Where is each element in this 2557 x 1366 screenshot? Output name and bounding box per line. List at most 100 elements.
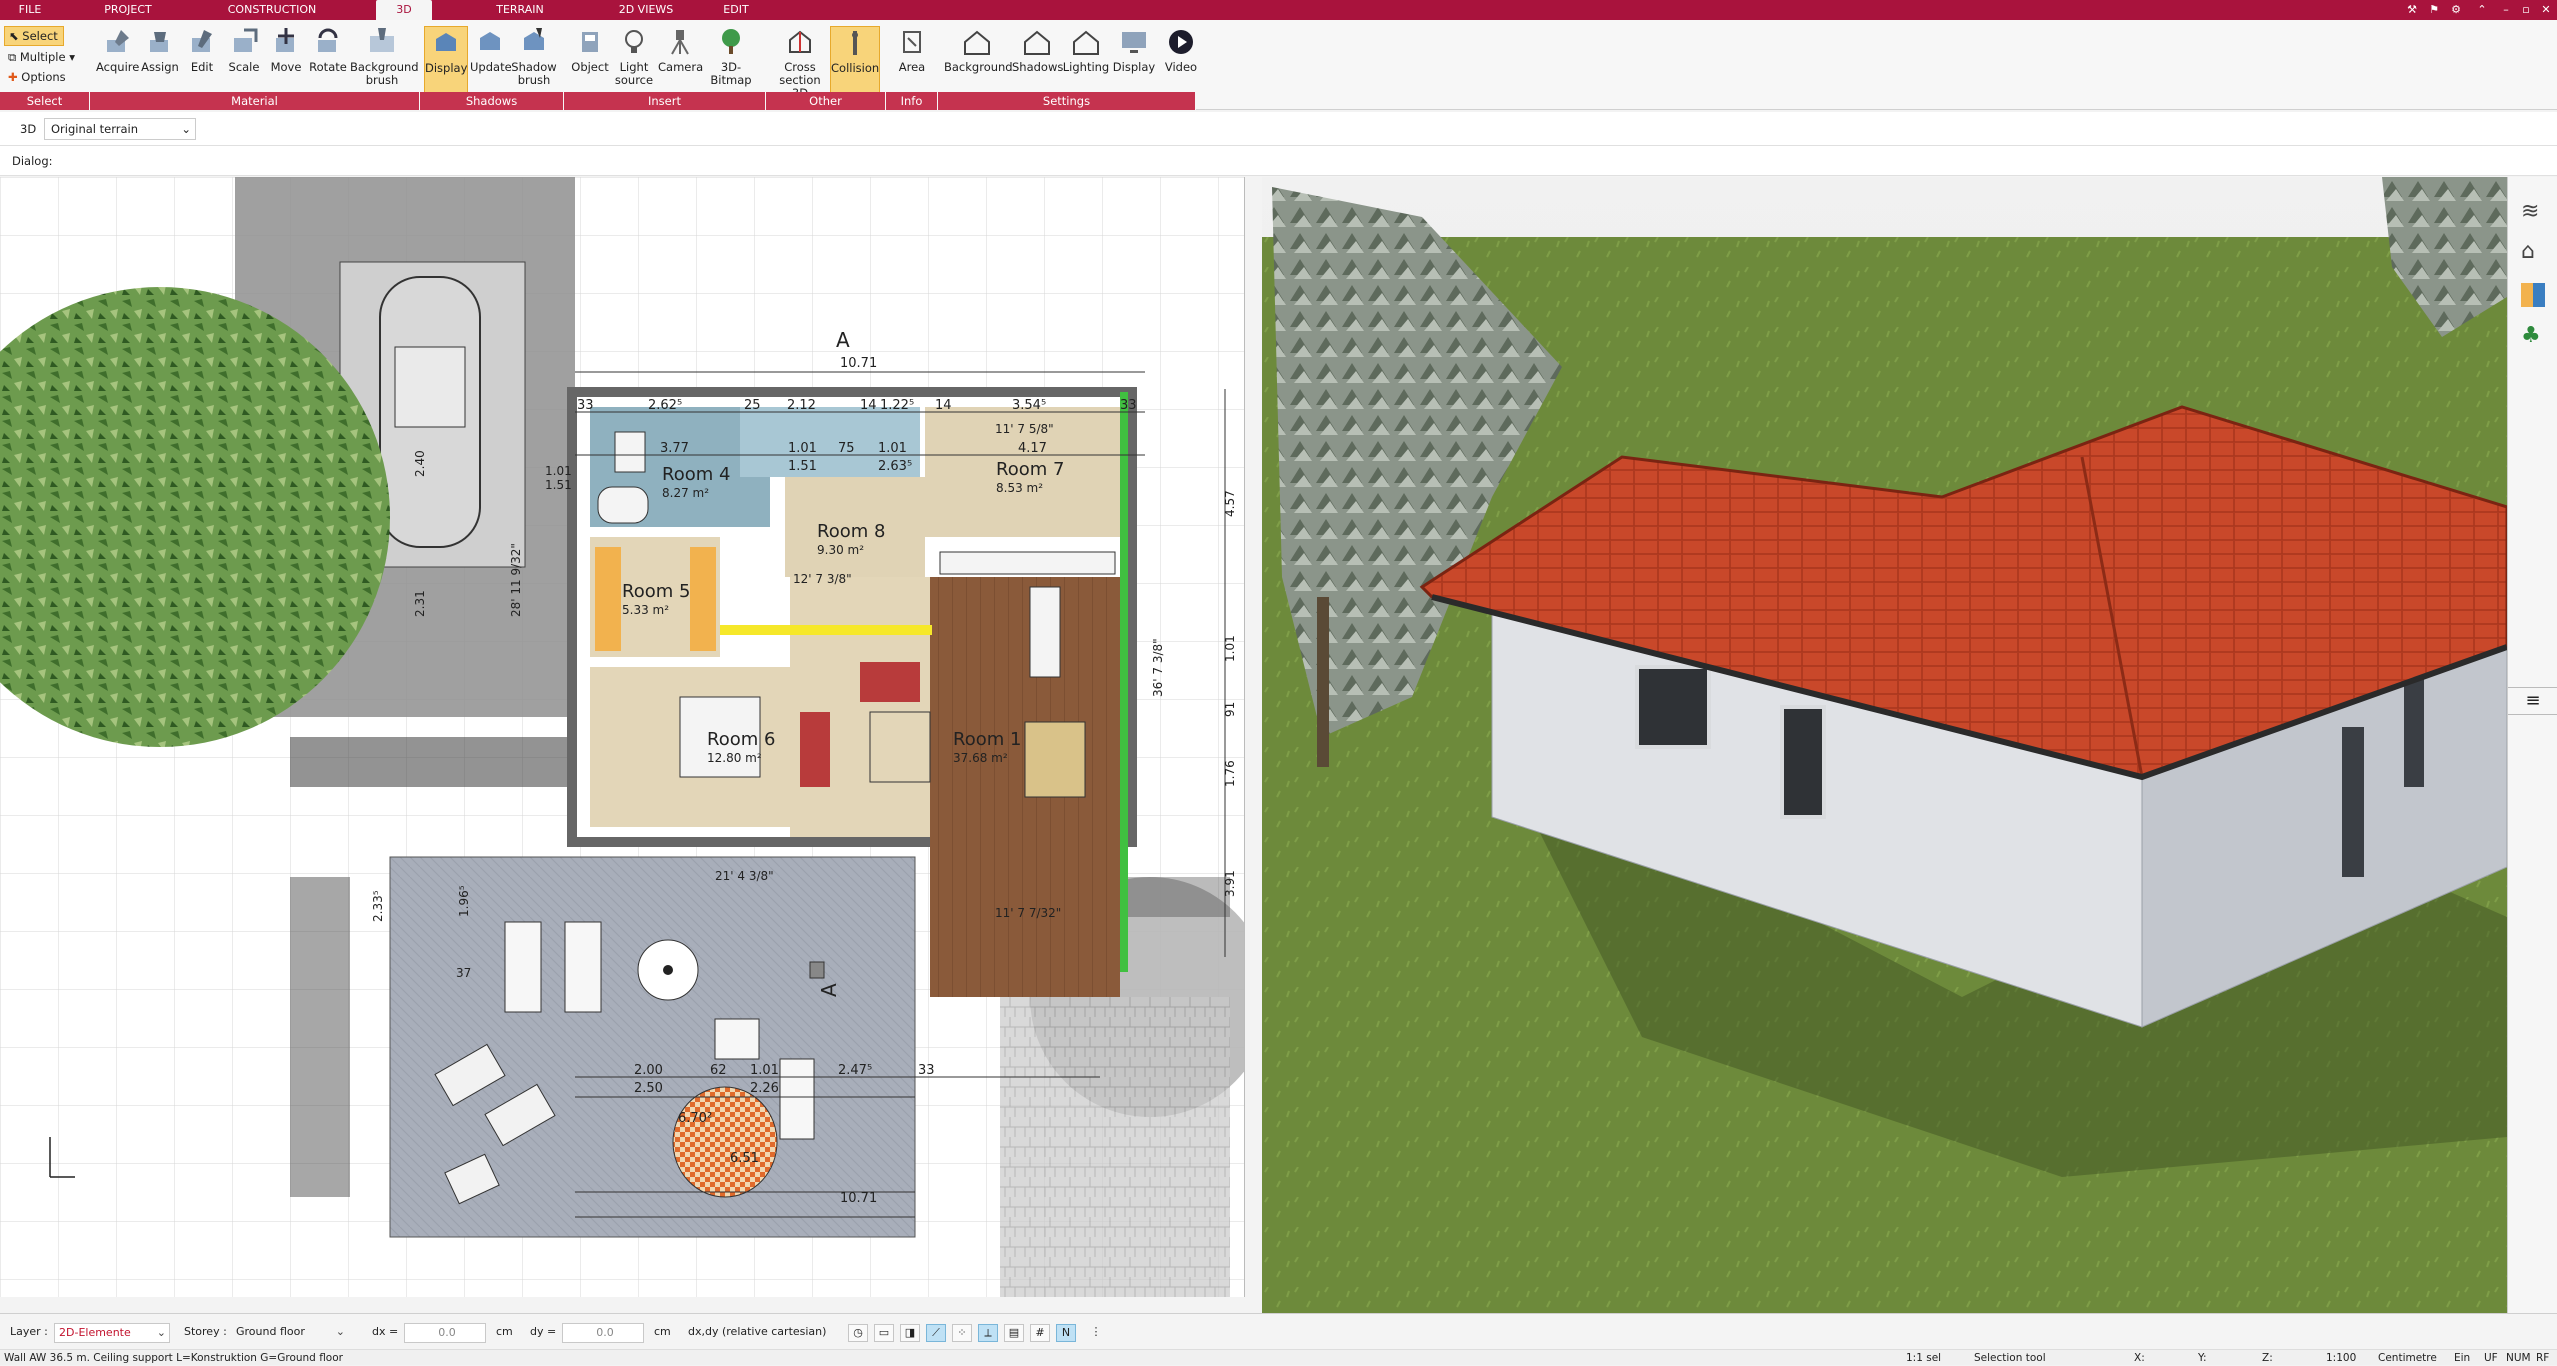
display-settings-button[interactable]: Display (1110, 26, 1158, 98)
ortho-icon[interactable]: ⟂ (978, 1324, 998, 1342)
menu-tab-project[interactable]: PROJECT (96, 0, 160, 20)
background-settings-label: Background (944, 60, 1013, 74)
footer-scale: 1:100 (2326, 1352, 2357, 1364)
dim-top-total: 10.71 (840, 356, 877, 371)
dx-input[interactable]: 0.0 (404, 1323, 486, 1343)
collision-button[interactable]: Collision (830, 26, 880, 98)
3d-bitmap-label: 3D-Bitmap (710, 60, 752, 87)
dx-value: 0.0 (438, 1326, 456, 1339)
cross-section-3d-button[interactable]: Cross section 3D (774, 26, 826, 100)
3d-bitmap-button[interactable]: 3D-Bitmap (702, 26, 760, 98)
car-symbol (379, 276, 481, 548)
dim-right-2: 1.01 (1223, 635, 1237, 662)
menu-tab-edit[interactable]: EDIT (716, 0, 756, 20)
floor-plan-view[interactable]: 10.71 33 2.62⁵ 25 2.12 14 1.22⁵ 14 3.54⁵… (0, 177, 1245, 1297)
select-button[interactable]: ⬉ Select (4, 26, 64, 46)
minimize-icon[interactable]: – (2498, 2, 2514, 18)
options-button[interactable]: ✚ Options (8, 70, 66, 84)
dim-imperial-room7: 11' 7 5/8" (995, 422, 1054, 436)
floor-plan-canvas[interactable]: 10.71 33 2.62⁵ 25 2.12 14 1.22⁵ 14 3.54⁵… (0, 177, 1245, 1297)
move-button[interactable]: Move (266, 26, 306, 98)
dim-left-3: 2.40 (413, 450, 427, 477)
quick-access-icon[interactable]: ⚑ (2426, 2, 2442, 18)
dim-right-1: 4.57 (1223, 490, 1237, 517)
layers-icon[interactable]: ≋ (2521, 199, 2539, 224)
edit-material-button[interactable]: Edit (184, 26, 220, 98)
north-icon[interactable]: N (1056, 1324, 1076, 1342)
shadow-brush-button[interactable]: Shadow brush (510, 26, 558, 98)
light-source-button[interactable]: Light source (612, 26, 656, 98)
menu-tab-terrain[interactable]: TERRAIN (490, 0, 550, 20)
more-options-icon[interactable]: ⋮ (1086, 1324, 1106, 1342)
grid-icon[interactable]: # (1030, 1324, 1050, 1342)
menu-tab-2d-views[interactable]: 2D VIEWS (608, 0, 684, 20)
menu-tab-3d[interactable]: 3D (376, 0, 432, 20)
background-settings-button[interactable]: Background (944, 26, 1013, 98)
cross-section-icon (789, 30, 811, 53)
layers-small-icon[interactable]: ◨ (900, 1324, 920, 1342)
layer-label: Layer : (10, 1325, 48, 1338)
room-1-area[interactable] (930, 577, 1120, 837)
help-icon[interactable]: ⚙ (2448, 2, 2464, 18)
eyedropper-icon (107, 30, 129, 52)
close-icon[interactable]: ✕ (2538, 2, 2554, 18)
shadow-update-button[interactable]: Update (470, 26, 512, 98)
dim-terrace-4: 2.47⁵ (838, 1063, 872, 1078)
footer-rf: RF (2536, 1352, 2550, 1364)
3d-view[interactable] (1262, 177, 2507, 1313)
tools-icon[interactable]: ⚒ (2404, 2, 2420, 18)
dim-row2-2: 1.01 (788, 441, 817, 456)
scale-icon (234, 28, 258, 52)
assign-button[interactable]: Assign (140, 26, 180, 98)
area-button[interactable]: Area (892, 26, 932, 98)
shadows-settings-button[interactable]: Shadows (1012, 26, 1064, 98)
storey-select[interactable]: Ground floor ⌄ (232, 1323, 348, 1343)
video-label: Video (1164, 60, 1198, 74)
coord-mode-select[interactable]: dx,dy (relative cartesian) (684, 1323, 830, 1343)
acquire-button[interactable]: Acquire (96, 26, 139, 98)
plants-icon[interactable]: ♣ (2521, 323, 2541, 348)
multiple-button[interactable]: ⧉ Multiple ▾ (8, 50, 75, 65)
hatch-icon[interactable]: ▤ (1004, 1324, 1024, 1342)
select-label: Select (22, 29, 58, 43)
group-other: Other (766, 92, 886, 110)
terrain-select[interactable]: Original terrain ⌄ (44, 118, 196, 140)
menu-tab-construction[interactable]: CONSTRUCTION (222, 0, 322, 20)
camera-button[interactable]: Camera (658, 26, 703, 98)
furniture-icon[interactable]: ⌂ (2521, 239, 2535, 264)
dim-imperial-room1: 11' 7 7/32" (995, 906, 1061, 920)
snap-point-icon[interactable]: ⁘ (952, 1324, 972, 1342)
shadows-settings-label: Shadows (1012, 60, 1064, 74)
multiple-icon: ⧉ (8, 50, 17, 64)
menu-tab-file[interactable]: FILE (8, 0, 52, 20)
restore-ribbon-icon[interactable]: ⌃ (2474, 2, 2490, 18)
house-lighting-icon (1073, 30, 1099, 55)
materials-icon[interactable] (2521, 283, 2545, 307)
snap-line-icon[interactable]: ⟋ (926, 1324, 946, 1342)
cursor-icon: ⬉ (9, 29, 19, 43)
room-6-area-label: 12.80 m² (707, 751, 762, 765)
object-button[interactable]: Object (568, 26, 612, 98)
background-brush-button[interactable]: Background brush (350, 26, 419, 98)
tree-icon (722, 29, 740, 54)
layer-select[interactable]: 2D-Elemente ⌄ (54, 1323, 170, 1343)
dim-row3-2: 2.63⁵ (878, 459, 912, 474)
footer-ein: Ein (2454, 1352, 2471, 1364)
clock-icon[interactable]: ◷ (848, 1324, 868, 1342)
video-button[interactable]: Video (1158, 26, 1204, 98)
area-label: Area (898, 60, 926, 74)
scale-button[interactable]: Scale (224, 26, 264, 98)
lighting-button[interactable]: Lighting (1062, 26, 1110, 98)
footer-uf: UF (2484, 1352, 2498, 1364)
selected-wall[interactable] (720, 625, 932, 635)
maximize-icon[interactable]: ▫ (2518, 2, 2534, 18)
collision-label: Collision (831, 61, 880, 75)
dy-input[interactable]: 0.0 (562, 1323, 644, 1343)
dim-right-5: 3.91 (1223, 870, 1237, 897)
shadow-display-button[interactable]: Display (424, 26, 468, 98)
panel-menu-icon[interactable]: ≡ (2508, 687, 2557, 715)
3d-canvas[interactable] (1262, 177, 2507, 1313)
rotate-button[interactable]: Rotate (308, 26, 348, 98)
monitor-small-icon[interactable]: ▭ (874, 1324, 894, 1342)
dialog-bar: Dialog: (0, 146, 2557, 176)
